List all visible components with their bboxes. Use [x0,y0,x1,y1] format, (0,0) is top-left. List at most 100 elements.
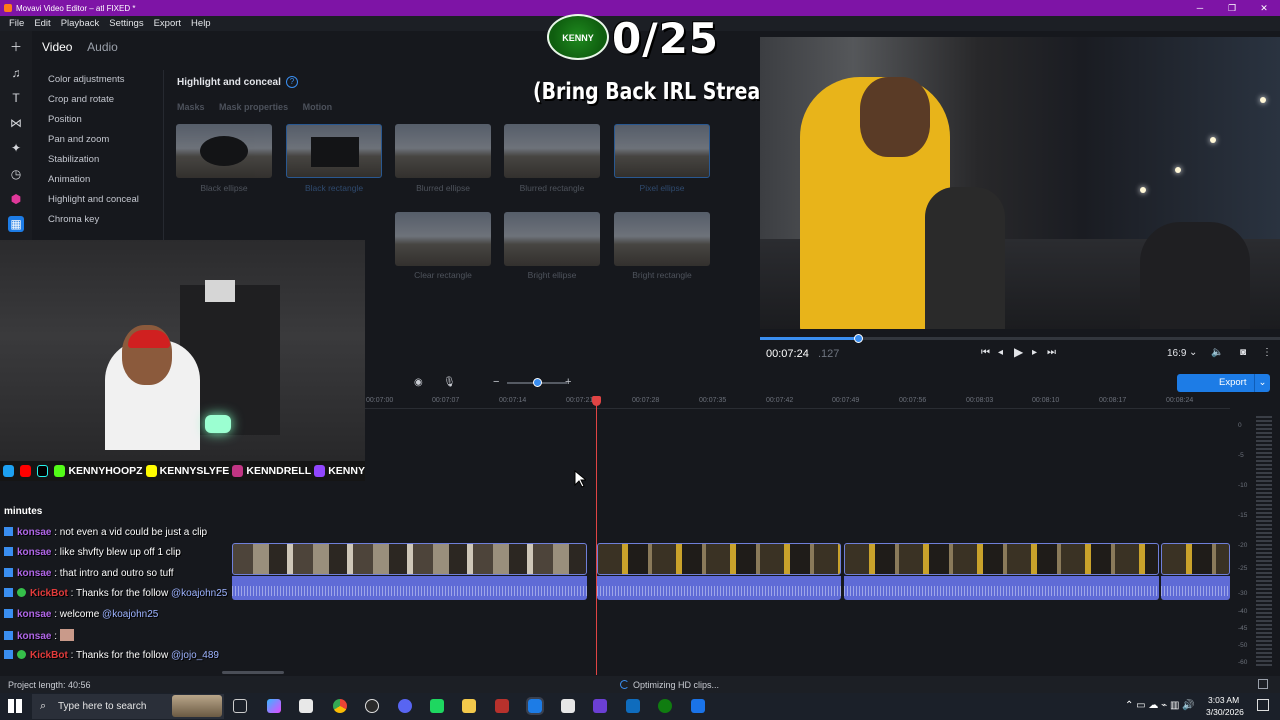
chat-badge-icon [4,631,13,640]
filter-highlight-and-conceal[interactable]: Highlight and conceal [32,190,163,210]
preset-pixel-ellipse[interactable] [614,124,710,178]
help-icon[interactable]: ? [286,76,298,88]
music-icon[interactable]: ♫ [8,65,24,81]
subtab-masks[interactable]: Masks [177,102,205,112]
playhead-handle[interactable] [592,396,601,406]
aspect-ratio-select[interactable]: 16:9 [1167,348,1186,359]
copilot-icon[interactable] [267,699,281,713]
more-icon[interactable]: ⋮ [1262,347,1272,358]
preset-bright-rectangle[interactable] [614,212,710,266]
video-clip[interactable] [597,543,841,575]
video-clip[interactable] [232,543,587,575]
audio-clip[interactable] [844,576,1159,600]
fullscreen-icon[interactable] [1258,679,1268,689]
export-dropdown-icon[interactable]: ⌄ [1254,374,1270,392]
capcut-icon[interactable] [561,699,575,713]
zoom-handle[interactable] [533,378,542,387]
notifications-icon[interactable] [1257,699,1269,711]
effects-icon[interactable]: ✦ [8,140,24,156]
filter-color-adjustments[interactable]: Color adjustments [32,70,163,90]
task-view-icon[interactable] [233,699,247,713]
preset-black-rectangle[interactable] [286,124,382,178]
obs-icon[interactable] [365,699,379,713]
audio-clip[interactable] [232,576,587,600]
export-button[interactable]: Export ⌄ [1177,374,1270,392]
chat-message: konsae : that intro and outro so tuff [4,568,174,579]
search-icon: ⌕ [40,700,47,712]
preset-blurred-rectangle[interactable] [504,124,600,178]
db-label: -30 [1238,590,1248,597]
voicemeeter-icon[interactable] [495,699,509,713]
filter-position[interactable]: Position [32,110,163,130]
filter-stabilization[interactable]: Stabilization [32,150,163,170]
transitions-icon[interactable]: ⋈ [8,115,24,131]
microphone-icon[interactable]: 🎙 [443,377,456,388]
play-icon[interactable]: ▶ [1014,345,1023,359]
zoom-in-icon[interactable]: + [565,376,571,388]
audio-clip[interactable] [1161,576,1230,600]
menu-export[interactable]: Export [154,18,181,29]
chrome-icon[interactable] [333,699,347,713]
add-files-icon[interactable]: ＋ [8,39,24,55]
zoom-out-icon[interactable]: − [493,376,499,388]
playhead[interactable] [596,400,597,675]
tab-video[interactable]: Video [42,40,72,54]
menu-playback[interactable]: Playback [61,18,100,29]
menu-settings[interactable]: Settings [109,18,143,29]
timeline-scrollbar[interactable] [222,671,284,674]
minimize-button[interactable]: ─ [1184,0,1216,16]
video-preview[interactable] [760,37,1280,329]
discord-icon[interactable] [398,699,412,713]
audio-level-meter [1256,416,1272,666]
subtab-mask-properties[interactable]: Mask properties [219,102,288,112]
spotify-icon[interactable] [430,699,444,713]
system-tray[interactable]: ⌃ ▭ ☁ ⌁ ▥ 🔊 [1125,700,1195,711]
audio-clip[interactable] [597,576,841,600]
snapshot-icon[interactable]: ◙ [1240,347,1246,358]
windows-start-icon[interactable] [8,699,22,713]
preset-blurred-ellipse[interactable] [395,124,491,178]
outlook-icon[interactable] [626,699,640,713]
instagram-icon [232,465,244,477]
menu-edit[interactable]: Edit [34,18,50,29]
prev-frame-icon[interactable]: ◂ [998,347,1003,358]
tab-audio[interactable]: Audio [87,40,118,54]
chat-message: konsae : welcome @koajohn25 [4,609,158,620]
filter-chroma-key[interactable]: Chroma key [32,210,163,230]
close-button[interactable]: ✕ [1248,0,1280,16]
movavi-icon[interactable] [526,697,544,715]
store-icon[interactable] [299,699,313,713]
app-icon [4,4,12,12]
timer-icon[interactable]: ◷ [8,166,24,182]
record-icon[interactable]: ◉ [414,377,423,388]
preset-clear-rectangle[interactable] [395,212,491,266]
app-purple-icon[interactable] [593,699,607,713]
preset-black-ellipse[interactable] [176,124,272,178]
filter-crop-and-rotate[interactable]: Crop and rotate [32,90,163,110]
video-clip[interactable] [844,543,1159,575]
xbox-icon[interactable] [658,699,672,713]
preset-bright-ellipse[interactable] [504,212,600,266]
next-frame-icon[interactable]: ▸ [1032,347,1037,358]
volume-icon[interactable]: 🔈 [1211,347,1223,358]
app-blue-icon[interactable] [691,699,705,713]
file-explorer-icon[interactable] [462,699,476,713]
chevron-down-icon[interactable]: ⌄ [1189,347,1197,358]
scrubber-handle[interactable] [853,334,863,343]
db-label: -10 [1238,482,1248,489]
skip-start-icon[interactable]: ⏮ [981,347,990,358]
skip-end-icon[interactable]: ⏭ [1047,347,1056,358]
titles-icon[interactable]: T [8,90,24,106]
subtab-motion[interactable]: Motion [303,102,333,112]
db-label: -15 [1238,512,1248,519]
video-clip[interactable] [1161,543,1230,575]
db-label: -20 [1238,542,1248,549]
filter-animation[interactable]: Animation [32,170,163,190]
menu-file[interactable]: File [9,18,24,29]
maximize-button[interactable]: ❐ [1216,0,1248,16]
stickers-icon[interactable]: ⬢ [8,191,24,207]
chat-header: minutes [4,506,43,517]
filter-pan-and-zoom[interactable]: Pan and zoom [32,130,163,150]
more-tools-icon[interactable]: ▦ [8,216,24,232]
menu-help[interactable]: Help [191,18,211,29]
